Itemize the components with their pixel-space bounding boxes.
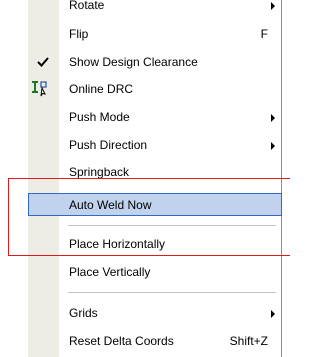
- submenu-arrow-icon: [271, 114, 275, 122]
- menu-item-label: Place Vertically: [69, 265, 151, 279]
- menu-item-reset-delta-coords[interactable]: Reset Delta Coords Shift+Z: [28, 330, 282, 352]
- submenu-arrow-icon: [271, 310, 275, 318]
- menu-item-push-direction[interactable]: Push Direction: [28, 134, 282, 156]
- menu-item-label: Rotate: [69, 0, 105, 12]
- menu-item-label: Grids: [69, 306, 98, 320]
- menu-item-shortcut: F: [260, 27, 268, 41]
- annotation-line: [69, 178, 279, 179]
- menu-item-label: Springback: [69, 165, 130, 179]
- menu-item-grids[interactable]: Grids: [28, 302, 282, 324]
- menu-item-rotate[interactable]: Rotate: [28, 0, 282, 16]
- submenu-arrow-icon: [271, 2, 275, 10]
- drc-icon: [32, 81, 47, 97]
- menu-item-shortcut: Shift+Z: [229, 334, 268, 348]
- menu-item-show-design-clearance[interactable]: Show Design Clearance: [28, 51, 282, 73]
- annotation-callout-box: [8, 178, 290, 256]
- menu-item-flip[interactable]: Flip F: [28, 23, 282, 45]
- checkmark-icon: [37, 57, 49, 67]
- menu-item-label: Push Mode: [69, 110, 130, 124]
- submenu-arrow-icon: [271, 142, 275, 150]
- menu-item-label: Show Design Clearance: [69, 55, 198, 69]
- menu-item-push-mode[interactable]: Push Mode: [28, 106, 282, 128]
- menu-item-label: Online DRC: [69, 82, 134, 96]
- menu-separator: [68, 292, 276, 293]
- menu-item-label: Reset Delta Coords: [69, 334, 174, 348]
- menu-item-label: Push Direction: [69, 138, 148, 152]
- menu-item-label: Flip: [69, 27, 89, 41]
- menu-item-online-drc[interactable]: Online DRC: [28, 78, 282, 100]
- menu-item-place-vertically[interactable]: Place Vertically: [28, 261, 282, 283]
